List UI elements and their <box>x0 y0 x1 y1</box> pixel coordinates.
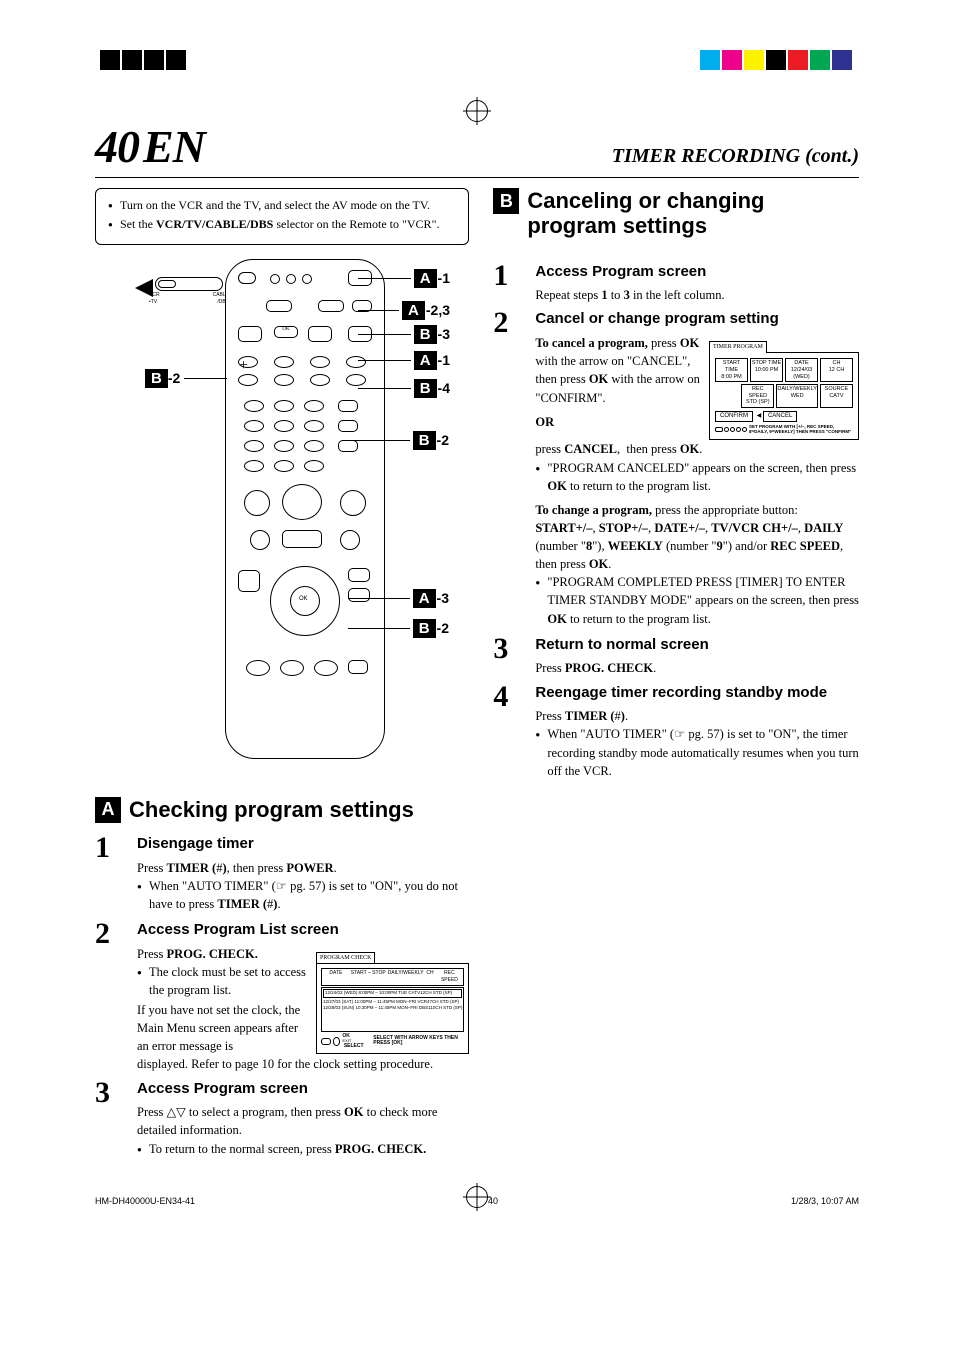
step-b2-number: 2 <box>493 308 535 629</box>
callout-a1: A <box>414 269 437 288</box>
callout-a3: A <box>413 589 436 608</box>
osd-program-check: DATE START – STOP DAILY/WEEKLY CH REC SP… <box>316 963 469 1054</box>
section-b-title: Canceling or changing program settings <box>527 188 859 239</box>
step-b3-body: Press PROG. CHECK. <box>535 659 859 677</box>
section-a-title: Checking program settings <box>129 797 469 822</box>
step-b3-title: Return to normal screen <box>535 634 859 656</box>
callout-b4: B <box>414 379 437 398</box>
note-2: Set the VCR/TV/CABLE/DBS selector on the… <box>120 216 439 233</box>
step-a3-title: Access Program screen <box>137 1078 469 1100</box>
section-title: TIMER RECORDING (cont.) <box>612 145 859 168</box>
osd-timer-program: START TIME8:00 PM STOP TIME10:00 PM DATE… <box>709 352 859 440</box>
page-footer: HM-DH40000U-EN34-41 40 1/28/3, 10:07 AM <box>95 1196 859 1206</box>
step-b1-body: Repeat steps 1 to 3 in the left column. <box>535 286 859 304</box>
page-number-digits: 40 <box>95 121 139 172</box>
step-b2-cancel-bullet: "PROGRAM CANCELED" appears on the screen… <box>547 459 859 495</box>
note-1: Turn on the VCR and the TV, and select t… <box>120 197 430 214</box>
step-b2-change: To change a program, press the appropria… <box>535 501 859 574</box>
callout-b3: B <box>414 325 437 344</box>
callout-a1b: A <box>414 351 437 370</box>
step-b2-cancel: To cancel a program, press OK with the a… <box>535 334 701 407</box>
page-number: 40 EN <box>95 120 205 173</box>
step-b1-number: 1 <box>493 261 535 305</box>
step-a1-number: 1 <box>95 833 137 915</box>
step-a1-title: Disengage timer <box>137 833 469 855</box>
step-b2-change-bullet: "PROGRAM COMPLETED PRESS [TIMER] TO ENTE… <box>547 573 859 627</box>
section-b-badge: B <box>493 188 519 214</box>
step-a2-after-2: displayed. Refer to page 10 for the cloc… <box>137 1055 469 1073</box>
step-a2-body: Press PROG. CHECK. <box>137 945 308 963</box>
callout-b2c: B <box>413 619 436 638</box>
step-a3-body: Press △▽ to select a program, then press… <box>137 1103 469 1139</box>
section-a-badge: A <box>95 797 121 823</box>
step-b3-number: 3 <box>493 634 535 678</box>
page-number-suffix: EN <box>143 121 205 172</box>
step-a3-bullet: To return to the normal screen, press PR… <box>149 1140 426 1158</box>
step-a3-number: 3 <box>95 1078 137 1160</box>
footer-center: 40 <box>488 1196 498 1206</box>
step-a1-body: Press TIMER (#), then press POWER. <box>137 859 469 877</box>
step-b4-title: Reengage timer recording standby mode <box>535 682 859 704</box>
step-b2-or: OR <box>535 415 554 429</box>
step-b4-number: 4 <box>493 682 535 782</box>
step-b1-title: Access Program screen <box>535 261 859 283</box>
prerequisite-notes: Turn on the VCR and the TV, and select t… <box>95 188 469 245</box>
osd-timer-tab: TIMER PROGRAM <box>709 341 767 353</box>
callout-b2b: B <box>413 431 436 450</box>
callout-b2a: B <box>145 369 168 388</box>
step-a2-bullet: The clock must be set to access the prog… <box>149 963 308 999</box>
footer-left: HM-DH40000U-EN34-41 <box>95 1196 195 1206</box>
step-a2-number: 2 <box>95 919 137 1074</box>
step-a2-title: Access Program List screen <box>137 919 469 941</box>
callout-a23: A <box>402 301 425 320</box>
osd-program-check-tab: PROGRAM CHECK <box>316 952 376 964</box>
step-b4-body: Press TIMER (#). <box>535 707 859 725</box>
step-b4-bullet: When "AUTO TIMER" (☞ pg. 57) is set to "… <box>547 725 859 779</box>
step-b2-or-body: press CANCEL, then press OK. <box>535 440 859 458</box>
remote-illustration: VCR CABLE •TV /DBS <box>95 259 469 779</box>
step-a2-after-1: If you have not set the clock, the Main … <box>137 1001 308 1055</box>
mode-selector-switch: VCR CABLE •TV /DBS <box>135 273 235 303</box>
step-a1-bullet: When "AUTO TIMER" (☞ pg. 57) is set to "… <box>149 877 469 913</box>
step-b2-title: Cancel or change program setting <box>535 308 859 330</box>
footer-right: 1/28/3, 10:07 AM <box>791 1196 859 1206</box>
